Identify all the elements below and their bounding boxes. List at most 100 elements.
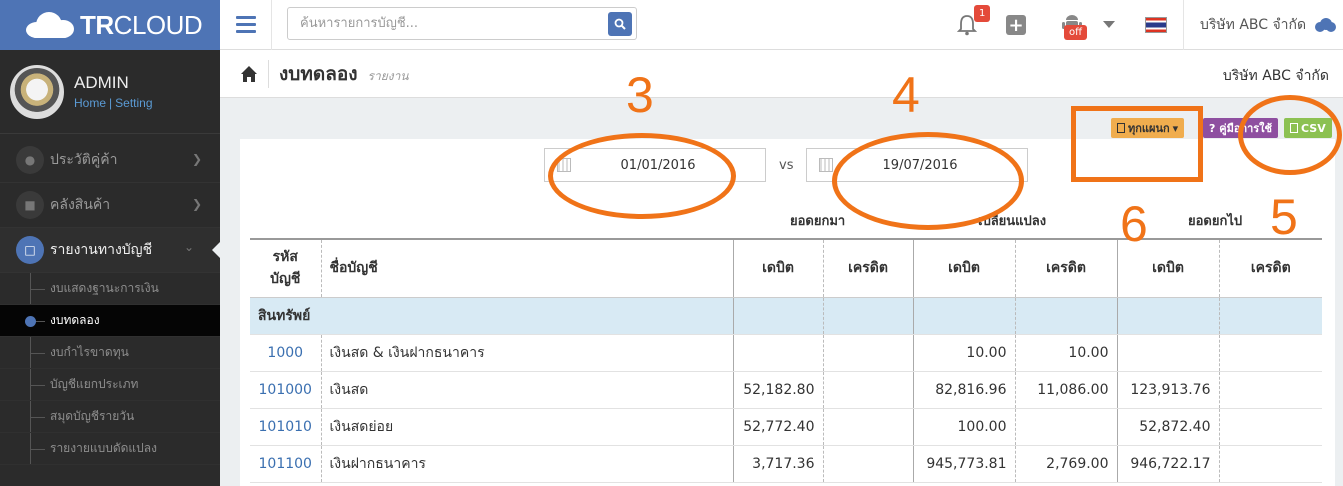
notification-button[interactable]: 1 xyxy=(952,0,991,50)
column-header-credit[interactable]: เครดิต xyxy=(822,238,913,298)
company-name: บริษัท ABC จำกัด xyxy=(1222,68,1329,84)
debit-cell: 3,717.36 xyxy=(732,445,823,483)
home-link[interactable]: Home xyxy=(74,96,106,110)
submenu-item-trial-balance[interactable]: งบทดลอง xyxy=(0,305,220,337)
trial-balance-table: รหัส บัญชี ชื่อบัญชี เดบิต เครดิต เดบิต เ… xyxy=(250,238,1322,483)
user-panel: ADMIN Home | Setting xyxy=(0,50,220,134)
table-row[interactable]: 1000 เงินสด & เงินฝากธนาคาร 10.00 10.00 xyxy=(250,334,1322,372)
submenu-item-custom-report[interactable]: รายงายแบบดัดแปลง xyxy=(0,433,220,465)
account-code-cell: 1000 xyxy=(250,334,321,372)
search-input[interactable] xyxy=(288,8,588,39)
debit-cell: 52,772.40 xyxy=(732,408,823,446)
account-code-cell: 101010 xyxy=(250,408,321,446)
home-icon[interactable] xyxy=(240,65,258,83)
building-icon xyxy=(1117,123,1125,133)
debit-cell: 52,182.80 xyxy=(732,371,823,409)
table-row[interactable]: 101100 เงินฝากธนาคาร 3,717.36 945,773.81 2,7… xyxy=(250,445,1322,483)
submenu: งบแสดงฐานะการเงิน งบทดลอง งบกำไรขาดทุน บ… xyxy=(0,273,220,465)
dropdown-toggle[interactable] xyxy=(1100,0,1118,50)
current-dot-icon xyxy=(25,316,36,327)
topbar: 1 + off บริษัท ABC จำกัด xyxy=(220,0,1343,50)
account-code-cell: 101000 xyxy=(250,371,321,409)
annotation-number-6: 6 xyxy=(1120,196,1148,252)
account-code-link[interactable]: 101000 xyxy=(259,382,312,398)
closing-balance-header: ยอดยกไป xyxy=(1188,214,1243,229)
user-name: ADMIN xyxy=(74,73,129,92)
plus-icon: + xyxy=(1006,15,1026,36)
logo[interactable]: TRCLOUD xyxy=(0,0,220,50)
account-name-cell: เงินสดย่อย xyxy=(320,408,733,446)
account-code-link[interactable]: 101010 xyxy=(259,419,312,435)
credit-cell xyxy=(822,408,913,446)
credit-cell xyxy=(822,445,913,483)
logo-text: TRCLOUD xyxy=(80,9,203,40)
credit-cell xyxy=(1218,445,1322,483)
date-from-field[interactable]: 01/01/2016 xyxy=(544,148,766,182)
thai-flag-icon xyxy=(1145,17,1167,33)
debit-cell: 946,722.17 xyxy=(1116,445,1219,483)
date-to-field[interactable]: 19/07/2016 xyxy=(806,148,1028,182)
credit-cell xyxy=(1218,371,1322,409)
hamburger-menu-icon[interactable] xyxy=(220,0,272,50)
column-header-debit[interactable]: เดบิต xyxy=(732,238,823,298)
department-filter-button[interactable]: ทุกแผนก ▾ xyxy=(1111,118,1185,138)
company-switcher[interactable]: บริษัท ABC จำกัด xyxy=(1183,0,1343,50)
sidebar: TRCLOUD ADMIN Home | Setting ● ประวัติคู่ค… xyxy=(0,0,220,486)
opening-balance-header: ยอดยกมา xyxy=(790,214,846,229)
sidebar-item-partners[interactable]: ● ประวัติคู่ค้า ❯ xyxy=(0,138,220,183)
calendar-icon xyxy=(557,158,571,172)
section-row: สินทรัพย์ xyxy=(250,297,1322,335)
debit-cell: 82,816.96 xyxy=(912,371,1015,409)
avatar[interactable] xyxy=(10,64,64,119)
setting-link[interactable]: Setting xyxy=(115,96,152,110)
account-name-cell: เงินฝากธนาคาร xyxy=(320,445,733,483)
account-code-link[interactable]: 1000 xyxy=(267,345,303,361)
table-row[interactable]: 101010 เงินสดย่อย 52,772.40 100.00 52,872.40 xyxy=(250,408,1322,446)
chevron-right-icon: ❯ xyxy=(191,197,202,211)
sidebar-item-label: ประวัติคู่ค้า xyxy=(50,152,118,168)
submenu-item-general-ledger[interactable]: บัญชีแยกประเภท xyxy=(0,369,220,401)
sidebar-item-label: คลังสินค้า xyxy=(50,197,111,213)
account-code-link[interactable]: 101100 xyxy=(259,456,312,472)
cloud-logo-icon xyxy=(26,12,74,38)
table-row[interactable]: 101000 เงินสด 52,182.80 82,816.96 11,086.00 1… xyxy=(250,371,1322,409)
cloud-icon xyxy=(1315,18,1337,32)
column-header-debit[interactable]: เดบิต xyxy=(912,238,1015,298)
csv-export-button[interactable]: CSV xyxy=(1284,118,1332,138)
sidebar-item-accounting-reports[interactable]: □ รายงานทางบัญชี ⌄ xyxy=(0,228,220,273)
account-name-cell: เงินสด & เงินฝากธนาคาร xyxy=(320,334,733,372)
add-button[interactable]: + xyxy=(1004,0,1028,50)
account-name-cell: เงินสด xyxy=(320,371,733,409)
annotation-number-3: 3 xyxy=(626,67,654,123)
people-icon: ● xyxy=(16,146,44,174)
submenu-item-balance-sheet[interactable]: งบแสดงฐานะการเงิน xyxy=(0,273,220,305)
chevron-down-icon: ⌄ xyxy=(183,240,194,254)
credit-cell xyxy=(1014,408,1117,446)
column-header-code[interactable]: รหัส บัญชี xyxy=(250,238,321,298)
submenu-item-profit-loss[interactable]: งบกำไรขาดทุน xyxy=(0,337,220,369)
submenu-item-journal[interactable]: สมุดบัญชีรายวัน xyxy=(0,401,220,433)
section-label: สินทรัพย์ xyxy=(250,297,733,335)
table-header-row: รหัส บัญชี ชื่อบัญชี เดบิต เครดิต เดบิต เ… xyxy=(250,238,1322,298)
search-button[interactable] xyxy=(608,12,632,36)
credit-cell: 10.00 xyxy=(1014,334,1117,372)
sidebar-item-warehouse[interactable]: ■ คลังสินค้า ❯ xyxy=(0,183,220,228)
debit-cell: 10.00 xyxy=(912,334,1015,372)
credit-cell xyxy=(822,371,913,409)
column-header-credit[interactable]: เครดิต xyxy=(1014,238,1117,298)
search-box xyxy=(287,7,637,40)
credit-cell xyxy=(1218,334,1322,372)
file-icon xyxy=(1290,123,1298,133)
report-panel: 01/01/2016 vs 19/07/2016 ยอดยกมา เปลี่ยน… xyxy=(240,139,1335,486)
user-guide-button[interactable]: ? คู่มือการใช้ xyxy=(1203,118,1279,138)
change-header: เปลี่ยนแปลง xyxy=(978,214,1047,229)
android-status-badge: off xyxy=(1064,25,1088,40)
column-header-name[interactable]: ชื่อบัญชี xyxy=(320,238,733,298)
calendar-icon xyxy=(819,158,833,172)
language-button[interactable] xyxy=(1144,0,1168,50)
chevron-right-icon: ❯ xyxy=(191,152,202,166)
credit-cell: 2,769.00 xyxy=(1014,445,1117,483)
debit-cell xyxy=(732,334,823,372)
android-app-button[interactable]: off xyxy=(1052,0,1092,50)
column-header-credit[interactable]: เครดิต xyxy=(1218,238,1322,298)
